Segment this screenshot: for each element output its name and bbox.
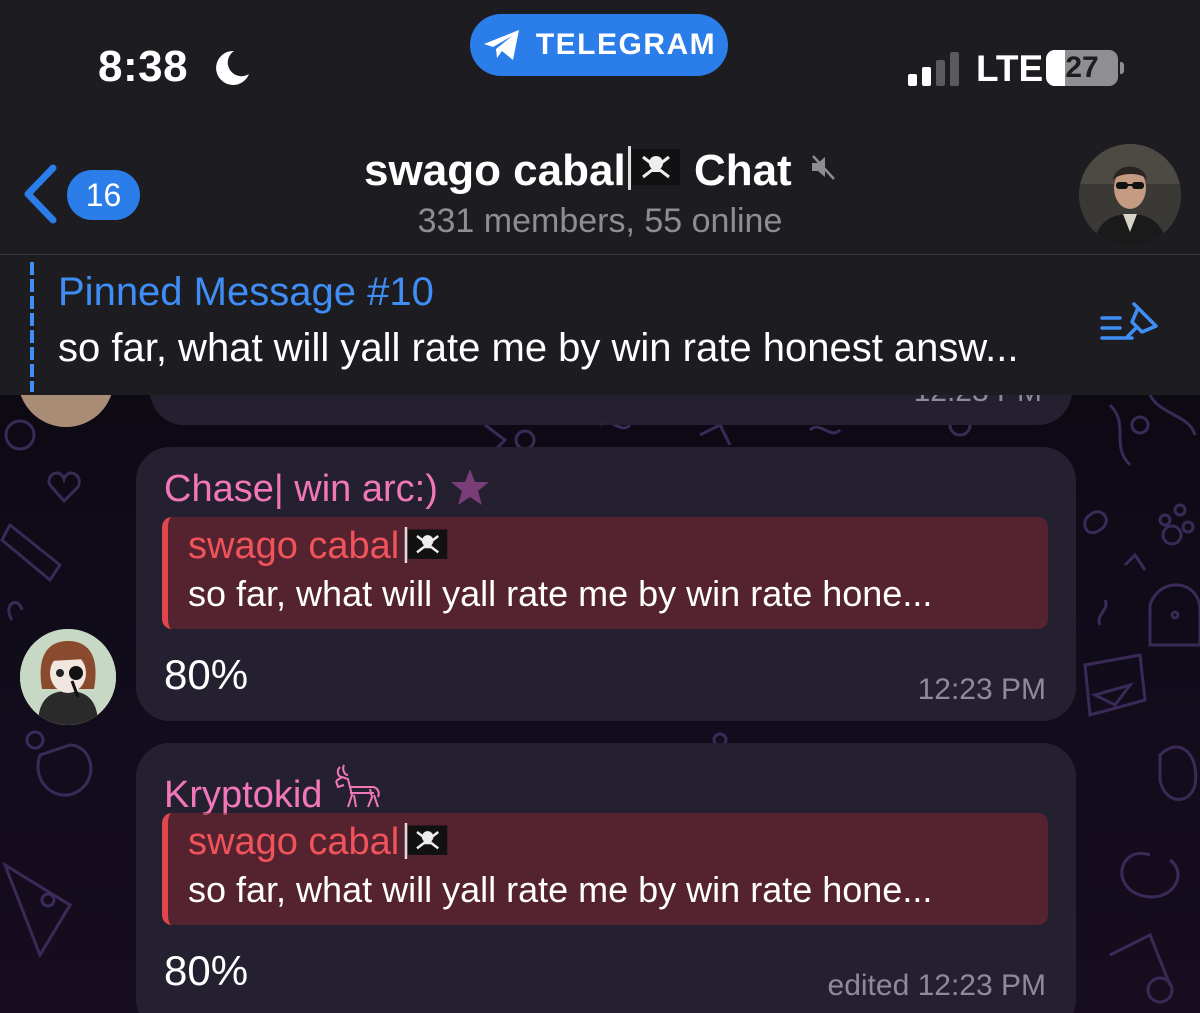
reply-author-name: swago cabal — [188, 525, 400, 567]
chat-avatar[interactable] — [1079, 144, 1181, 246]
telegram-plane-icon — [483, 30, 519, 60]
message-sender[interactable]: Kryptokid — [164, 763, 382, 817]
status-time: 8:38 — [98, 42, 189, 91]
pinned-indicator — [30, 262, 34, 392]
reply-preview[interactable]: swago cabal so far, what will yall rate … — [162, 517, 1048, 629]
chat-avatar-image — [1079, 144, 1181, 246]
pirate-flag-icon — [404, 823, 448, 859]
reply-author: swago cabal — [188, 525, 449, 568]
sender-name: Chase| win arc:) — [164, 468, 438, 510]
avatar-image — [20, 629, 116, 725]
pirate-flag-icon — [404, 527, 448, 563]
battery-tip — [1120, 62, 1124, 74]
reply-text: so far, what will yall rate me by win ra… — [188, 869, 933, 910]
avatar[interactable] — [20, 629, 116, 725]
telegram-pill[interactable]: TELEGRAM — [470, 14, 728, 76]
chat-subtitle: 331 members, 55 online — [417, 202, 783, 240]
moon-icon — [216, 50, 249, 85]
message-time: 12:23 PM — [917, 673, 1046, 706]
signal-icon — [908, 52, 959, 86]
message-time: edited 12:23 PM — [827, 969, 1046, 1002]
telegram-label: TELEGRAM — [535, 28, 717, 61]
chat-title-suffix: Chat — [693, 146, 792, 195]
header-divider — [0, 254, 1200, 255]
reply-author: swago cabal — [188, 821, 449, 864]
sender-name: Kryptokid — [164, 774, 323, 816]
message-text: 80% — [164, 651, 249, 698]
chat-title-name: swago cabal — [364, 146, 626, 195]
chat-background[interactable]: 12:23 PM Chase| win arc:) swago cabal so… — [0, 395, 1200, 1013]
battery-indicator: 27 — [1046, 50, 1118, 86]
pinned-title[interactable]: Pinned Message #10 — [58, 270, 434, 315]
message-bubble[interactable]: 12:23 PM — [150, 395, 1072, 425]
message-bubble[interactable]: Chase| win arc:) swago cabal so far, wha… — [136, 447, 1076, 721]
pinned-list-icon[interactable] — [1098, 300, 1158, 348]
star-icon — [450, 469, 489, 505]
message-bubble[interactable]: Kryptokid swago cabal so far, what will … — [136, 743, 1076, 1013]
message-text: 80% — [164, 947, 249, 994]
reply-preview[interactable]: swago cabal so far, what will yall rate … — [162, 813, 1048, 925]
message-time: 12:23 PM — [914, 395, 1042, 409]
reply-author-name: swago cabal — [188, 821, 400, 863]
chat-title[interactable]: swago cabal Chat — [0, 146, 1200, 196]
battery-level: 27 — [1065, 51, 1099, 84]
pinned-text[interactable]: so far, what will yall rate me by win ra… — [58, 326, 1018, 371]
network-type: LTE — [976, 48, 1044, 89]
goat-icon — [335, 764, 381, 808]
pirate-flag-icon — [627, 146, 680, 190]
muted-speaker-icon — [811, 155, 835, 180]
message-sender[interactable]: Chase| win arc:) — [164, 467, 492, 511]
reply-text: so far, what will yall rate me by win ra… — [188, 573, 933, 614]
top-bar: 8:38 TELEGRAM LTE 27 16 swago cabal Chat — [0, 0, 1200, 395]
